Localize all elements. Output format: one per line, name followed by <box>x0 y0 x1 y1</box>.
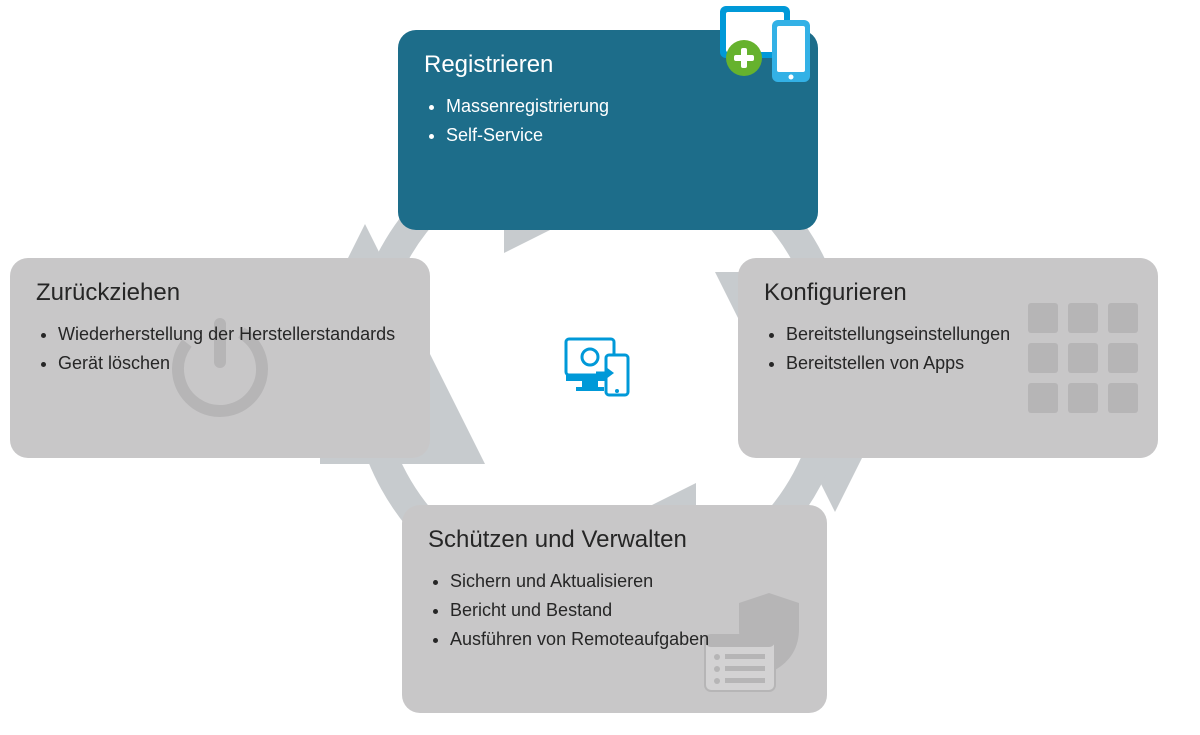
card-retire-list: Wiederherstellung der Herstellerstandard… <box>36 320 404 378</box>
list-item: Bericht und Bestand <box>450 596 801 625</box>
card-configure: Konfigurieren Bereitstellungseinstellung… <box>738 258 1158 458</box>
device-add-icon <box>714 2 824 92</box>
list-item: Sichern und Aktualisieren <box>450 567 801 596</box>
list-item: Wiederherstellung der Herstellerstandard… <box>58 320 404 349</box>
card-protect-manage: Schützen und Verwalten Sichern und Aktua… <box>402 505 827 713</box>
card-configure-list: Bereitstellungseinstellungen Bereitstell… <box>764 320 1132 378</box>
list-item: Ausführen von Remoteaufgaben <box>450 625 801 654</box>
card-retire: Zurückziehen Wiederherstellung der Herst… <box>10 258 430 458</box>
card-configure-title: Konfigurieren <box>764 280 1132 306</box>
card-register-list: Massenregistrierung Self-Service <box>424 92 792 150</box>
list-item: Massenregistrierung <box>446 92 792 121</box>
list-item: Bereitstellungseinstellungen <box>786 320 1132 349</box>
card-register: Registrieren Massenregistrierung Self-Se… <box>398 30 818 230</box>
card-retire-title: Zurückziehen <box>36 280 404 306</box>
list-item: Bereitstellen von Apps <box>786 349 1132 378</box>
center-monitor-phone-icon <box>560 333 640 403</box>
lifecycle-diagram: Registrieren Massenregistrierung Self-Se… <box>0 0 1200 735</box>
card-protect-list: Sichern und Aktualisieren Bericht und Be… <box>428 567 801 653</box>
list-item: Self-Service <box>446 121 792 150</box>
card-protect-title: Schützen und Verwalten <box>428 527 801 553</box>
list-item: Gerät löschen <box>58 349 404 378</box>
